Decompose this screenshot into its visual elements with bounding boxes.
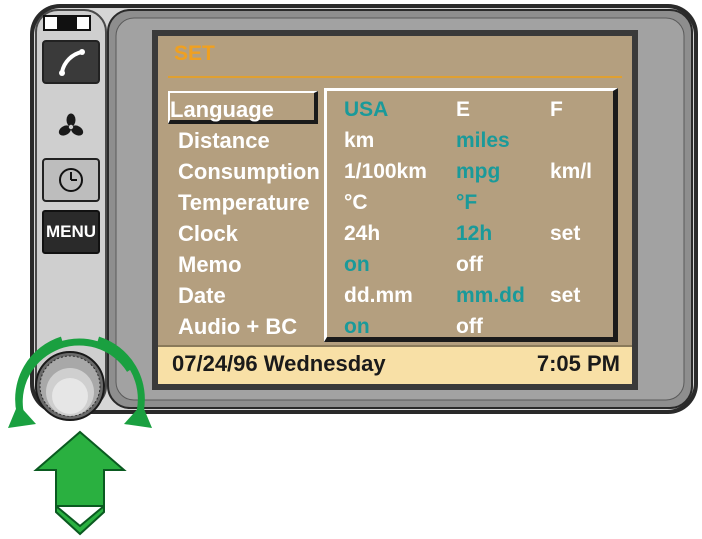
indicator-squares	[43, 15, 91, 31]
option-audio-bc-1[interactable]: off	[456, 311, 483, 342]
fan-icon	[56, 112, 86, 142]
option-distance-1[interactable]: miles	[456, 125, 510, 156]
option-clock-1[interactable]: 12h	[456, 218, 492, 249]
menu-button[interactable]: MENU	[42, 210, 100, 254]
clock-button[interactable]	[42, 158, 100, 202]
menu-item-memo[interactable]: Memo	[178, 249, 242, 280]
option-date-2[interactable]: set	[550, 280, 580, 311]
status-bar: 07/24/96 Wednesday 7:05 PM	[158, 345, 632, 384]
option-memo-1[interactable]: off	[456, 249, 483, 280]
menu-item-distance[interactable]: Distance	[178, 125, 270, 156]
option-distance-0[interactable]: km	[344, 125, 374, 156]
option-clock-2[interactable]: set	[550, 218, 580, 249]
menu-item-date[interactable]: Date	[178, 280, 226, 311]
menu-item-temperature[interactable]: Temperature	[178, 187, 310, 218]
option-date-1[interactable]: mm.dd	[456, 280, 525, 311]
option-clock-0[interactable]: 24h	[344, 218, 380, 249]
status-date: 07/24/96 Wednesday	[172, 351, 386, 376]
title-divider	[168, 76, 622, 78]
screen-title: SET	[174, 42, 215, 65]
option-audio-bc-0[interactable]: on	[344, 311, 370, 342]
status-time: 7:05 PM	[536, 351, 620, 376]
option-date-0[interactable]: dd.mm	[344, 280, 413, 311]
option-language-2[interactable]: F	[550, 94, 563, 125]
option-language-0[interactable]: USA	[344, 94, 388, 125]
menu-item-consumption[interactable]: Consumption	[178, 156, 320, 187]
phone-icon	[59, 49, 85, 76]
option-temperature-1[interactable]: °F	[456, 187, 477, 218]
rotary-knob-hotspot[interactable]	[36, 352, 104, 420]
option-temperature-0[interactable]: °C	[344, 187, 368, 218]
display-screen: SET Language Distance Consumption Temperatu…	[158, 36, 632, 384]
menu-item-language[interactable]: Language	[170, 94, 274, 125]
clock-icon	[59, 168, 83, 192]
option-consumption-1[interactable]: mpg	[456, 156, 500, 187]
option-memo-0[interactable]: on	[344, 249, 370, 280]
option-language-1[interactable]: E	[456, 94, 470, 125]
menu-item-clock[interactable]: Clock	[178, 218, 238, 249]
knob-area	[8, 336, 152, 536]
menu-item-audio-bc[interactable]: Audio + BC	[178, 311, 297, 342]
option-consumption-2[interactable]: km/l	[550, 156, 592, 187]
push-arrow-icon	[33, 430, 127, 536]
phone-button[interactable]	[42, 40, 100, 84]
option-consumption-0[interactable]: 1/100km	[344, 156, 427, 187]
